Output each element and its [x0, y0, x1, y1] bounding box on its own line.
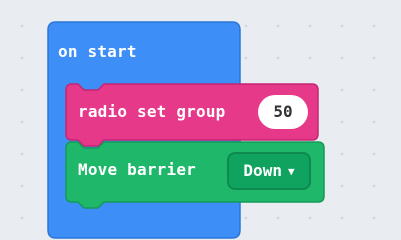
radio-set-group-label: radio set group — [78, 102, 226, 121]
blocks-workspace[interactable]: on start radio set group 50 Move barrier… — [0, 0, 401, 240]
chevron-down-icon: ▼ — [287, 164, 295, 178]
direction-dropdown[interactable]: Down ▼ — [227, 152, 311, 190]
direction-dropdown-value: Down — [243, 161, 282, 180]
radio-group-value: 50 — [273, 102, 293, 121]
on-start-label: on start — [58, 42, 137, 61]
radio-group-value-input[interactable]: 50 — [258, 95, 308, 129]
move-barrier-label: Move barrier — [78, 160, 196, 179]
